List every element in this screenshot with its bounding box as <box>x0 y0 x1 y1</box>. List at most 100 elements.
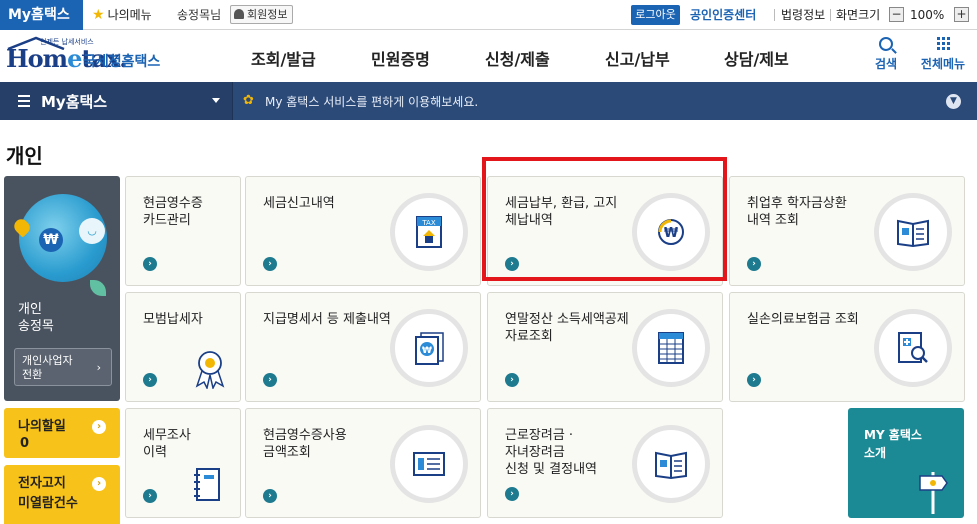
tile-label-line: 세무조사 <box>143 428 191 443</box>
icon-ring <box>632 309 710 387</box>
chevron-down-icon[interactable]: ▼ <box>946 94 961 109</box>
my-hometax-intro-card[interactable]: MY 홈택스 소개 <box>848 408 964 518</box>
teal-label-line: 소개 <box>864 446 887 460</box>
won-icon: ₩ <box>39 228 63 252</box>
member-info-label: 회원정보 <box>247 8 288 21</box>
arrow-right-icon: › <box>747 373 761 387</box>
hometax-logo[interactable]: 언제든 납세서비스 Hometax. 국세청홈택스 <box>4 36 184 76</box>
todo-label: 나의할일 <box>18 419 66 434</box>
svg-text:TAX: TAX <box>421 219 436 227</box>
zoom-label: 화면크기 <box>836 8 881 22</box>
profile-type: 개인 <box>18 302 42 317</box>
enotice-label: 전자고지 미열람건수 <box>18 475 78 512</box>
user-name: 송정목님 <box>177 8 222 22</box>
tile-label-line: 실손의료보험금 조회 <box>747 312 859 327</box>
icon-ring <box>874 193 952 271</box>
arrow-right-icon: › <box>143 257 157 271</box>
switch-to-business-button[interactable]: 개인사업자 전환 › <box>14 348 112 386</box>
all-menu-label: 전체메뉴 <box>920 57 966 71</box>
tile-payment-statement[interactable]: 지급명세서 등 제출내역 ₩ › <box>245 292 481 402</box>
medal-icon <box>195 351 225 389</box>
nav-certificates[interactable]: 민원증명 <box>371 46 430 70</box>
tile-label: 세무조사 이력 <box>143 427 191 461</box>
tile-tax-audit-history[interactable]: 세무조사 이력 › <box>125 408 241 518</box>
smile-icon: ◡ <box>79 218 105 244</box>
tile-label-line: 자녀장려금 <box>505 445 565 460</box>
tile-earned-income-credit[interactable]: 근로장려금 · 자녀장려금 신청 및 결정내역 › <box>487 408 723 518</box>
person-icon <box>234 9 244 19</box>
zoom-in-button[interactable]: + <box>954 7 969 22</box>
zoom-out-button[interactable]: − <box>889 7 904 22</box>
tile-label: 근로장려금 · 자녀장려금 신청 및 결정내역 <box>505 427 597 478</box>
tile-label-line: 현금영수증 <box>143 196 203 211</box>
tile-label-line: 세금신고내역 <box>263 196 335 211</box>
arrow-right-icon: › <box>143 373 157 387</box>
divider <box>774 9 775 21</box>
tile-year-end-settlement[interactable]: 연말정산 소득세액공제 자료조회 › <box>487 292 723 402</box>
search-button[interactable]: 검색 <box>868 37 904 72</box>
enotice-line1: 전자고지 <box>18 476 66 491</box>
tile-cash-receipt-card[interactable]: 현금영수증 카드관리 › <box>125 176 241 286</box>
tile-label-line: 신청 및 결정내역 <box>505 462 597 477</box>
icon-ring: TAX <box>390 193 468 271</box>
todo-count: 0 <box>20 436 30 451</box>
nav-inquiry[interactable]: 조회/발급 <box>251 46 316 70</box>
tile-label: 지급명세서 등 제출내역 <box>263 311 391 328</box>
tile-label: 연말정산 소득세액공제 자료조회 <box>505 311 629 345</box>
tile-label-line: 카드관리 <box>143 213 191 228</box>
icon-ring <box>390 425 468 503</box>
nav-apply[interactable]: 신청/제출 <box>485 46 550 70</box>
todo-card[interactable]: 나의할일 0 › <box>4 408 120 458</box>
enotice-card[interactable]: 전자고지 미열람건수 › <box>4 465 120 524</box>
logout-button[interactable]: 로그아웃 <box>631 5 680 25</box>
arrow-right-icon: › <box>143 489 157 503</box>
chevron-right-icon: › <box>96 361 101 374</box>
book-icon <box>897 219 929 247</box>
spreadsheet-icon <box>658 332 684 364</box>
band-message: My 홈택스 서비스를 편하게 이용해보세요. <box>265 95 479 109</box>
icon-ring <box>874 309 952 387</box>
arrow-right-icon: › <box>263 373 277 387</box>
tile-model-taxpayer[interactable]: 모범납세자 › <box>125 292 241 402</box>
icon-ring <box>632 425 710 503</box>
tile-label-line: 지급명세서 등 제출내역 <box>263 312 391 327</box>
arrow-right-icon: › <box>747 257 761 271</box>
enotice-line2: 미열람건수 <box>18 496 78 511</box>
tile-tax-filing-history[interactable]: 세금신고내역 TAX › <box>245 176 481 286</box>
all-menu-button[interactable]: 전체메뉴 <box>915 37 971 72</box>
cert-center-link[interactable]: 공인인증센터 <box>690 7 756 23</box>
hamburger-icon <box>18 95 30 107</box>
tile-medical-insurance[interactable]: 실손의료보험금 조회 › <box>729 292 965 402</box>
top-utility-bar: My홈택스 ★ 나의메뉴 송정목님 회원정보 로그아웃 공인인증센터 법령정보 화… <box>0 0 977 30</box>
band-title: My홈택스 <box>41 93 108 111</box>
svg-text:₩: ₩ <box>422 346 432 356</box>
receipt-icon <box>413 452 445 476</box>
tile-label-line: 이력 <box>143 445 167 460</box>
my-hometax-dropdown[interactable]: My홈택스 <box>0 82 233 120</box>
icon-ring: ₩ <box>390 309 468 387</box>
nav-consult[interactable]: 상담/제보 <box>724 46 789 70</box>
tax-document-icon: TAX <box>416 216 442 248</box>
tile-label: 현금영수증사용 금액조회 <box>263 427 347 461</box>
law-info-link[interactable]: 법령정보 <box>781 7 825 23</box>
arrow-right-icon: › <box>505 373 519 387</box>
arrow-right-icon: › <box>263 489 277 503</box>
star-icon: ★ <box>92 7 105 23</box>
highlight-box <box>482 157 727 281</box>
profile-name: 송정목 <box>18 319 54 334</box>
favorites-menu-link[interactable]: ★ 나의메뉴 <box>92 7 152 23</box>
tile-label: 모범납세자 <box>143 311 203 328</box>
page-title: 개인 <box>6 144 43 168</box>
tile-label: 현금영수증 카드관리 <box>143 195 203 229</box>
my-hometax-tab[interactable]: My홈택스 <box>0 0 83 30</box>
tile-label-line: 금액조회 <box>263 445 311 460</box>
member-info-button[interactable]: 회원정보 <box>230 5 294 24</box>
signpost-icon <box>919 472 948 514</box>
logo-part: e <box>67 44 82 73</box>
nav-report-pay[interactable]: 신고/납부 <box>605 46 670 70</box>
tile-student-loan[interactable]: 취업후 학자금상환 내역 조회 › <box>729 176 965 286</box>
tile-label-line: 현금영수증사용 <box>263 428 347 443</box>
my-hometax-band: My홈택스 ✿ My 홈택스 서비스를 편하게 이용해보세요. ▼ <box>0 82 977 120</box>
tile-cash-receipt-amount[interactable]: 현금영수증사용 금액조회 › <box>245 408 481 518</box>
search-icon <box>879 37 893 51</box>
